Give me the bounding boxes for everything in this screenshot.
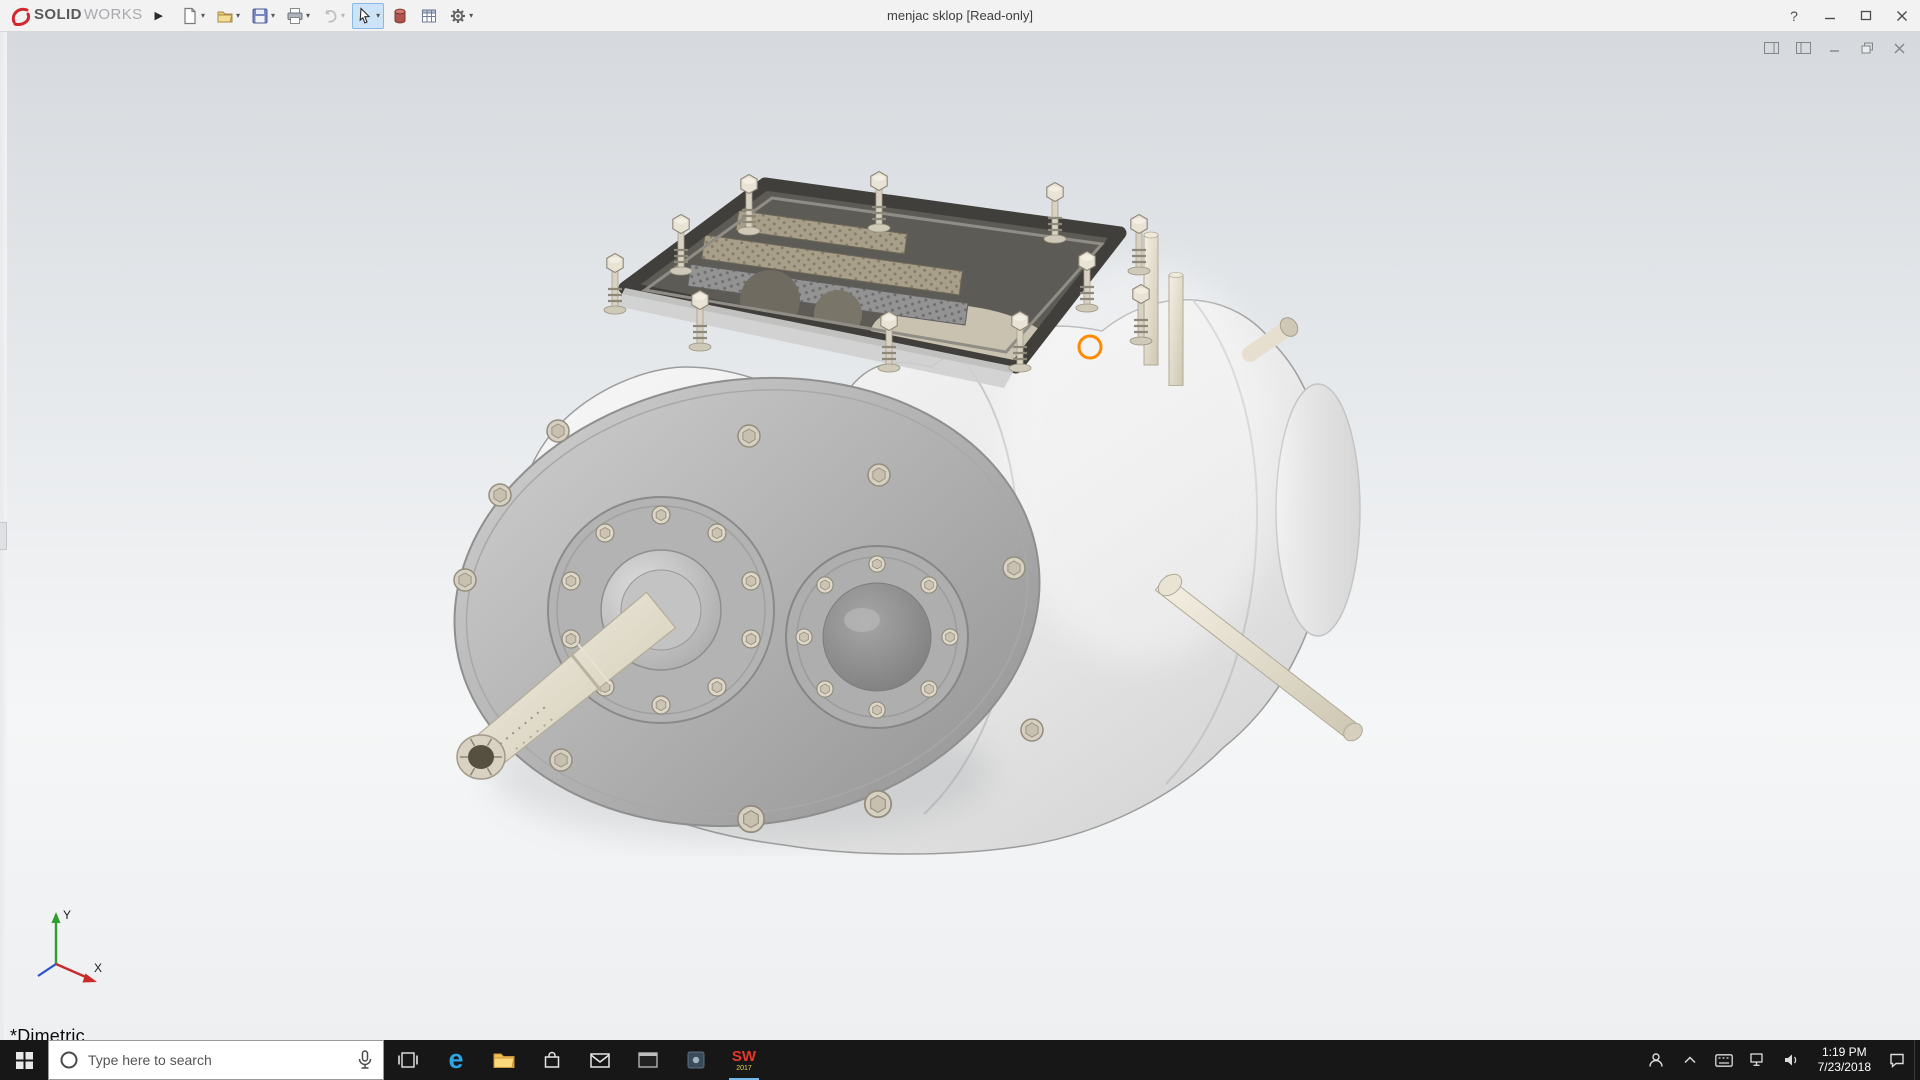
open-icon [217, 11, 233, 22]
taskbar-search[interactable] [48, 1040, 384, 1080]
volume-icon [1784, 1054, 1796, 1066]
minimize-button[interactable] [1812, 0, 1848, 31]
triad-y-label: Y [63, 908, 71, 922]
windows-logo-icon [15, 1051, 33, 1069]
task-view-icon [398, 1052, 418, 1068]
task-view-button[interactable] [384, 1040, 432, 1080]
taskbar-solidworks[interactable]: SW 2017 [720, 1040, 768, 1080]
start-button[interactable] [0, 1040, 48, 1080]
design-table-icon [422, 9, 437, 22]
document-title: menjac sklop [Read-only] [887, 8, 1033, 23]
doc-close-icon [1894, 43, 1904, 53]
select-cursor-icon [359, 6, 371, 24]
taskbar-app-dark[interactable] [672, 1040, 720, 1080]
terminal-icon [638, 1052, 658, 1068]
document-window-controls [1762, 40, 1908, 56]
chevron-up-icon [1684, 1056, 1696, 1064]
search-input[interactable] [88, 1052, 348, 1068]
keyboard-icon [1714, 1053, 1733, 1067]
solidworks-logo-icon [11, 7, 31, 26]
solidworks-window: SOLID WORKS ▶ ▾ ▾ ▾ ▾ ▾ ▾ ▾ menjac sklop… [0, 0, 1920, 1080]
titlebar: SOLID WORKS ▶ ▾ ▾ ▾ ▾ ▾ ▾ ▾ menjac sklop… [0, 0, 1920, 32]
reference-triad: Y X [37, 908, 102, 983]
maximize-button[interactable] [1848, 0, 1884, 31]
windows-taskbar: e [0, 1040, 1920, 1080]
print-icon [287, 7, 303, 24]
solidworks-2017-icon: SW 2017 [731, 1047, 757, 1072]
show-desktop-button[interactable] [1914, 1040, 1920, 1080]
open-button[interactable]: ▾ [212, 3, 244, 29]
options-gear-icon [451, 8, 466, 23]
clock-date: 7/23/2018 [1817, 1060, 1871, 1074]
graphics-area[interactable]: Y X *Dimetric [0, 32, 1920, 1040]
new-document-icon [184, 7, 196, 24]
close-icon [1897, 10, 1907, 21]
people-button[interactable] [1639, 1040, 1673, 1080]
save-icon [252, 8, 268, 23]
minimize-icon [1825, 17, 1835, 19]
undo-icon [325, 9, 337, 23]
action-center-button[interactable] [1880, 1040, 1914, 1080]
cortana-icon [60, 1051, 78, 1069]
appearance-button[interactable] [387, 3, 413, 29]
taskbar-clock[interactable]: 1:19 PM 7/23/2018 [1809, 1040, 1880, 1080]
system-tray: 1:19 PM 7/23/2018 [1639, 1040, 1920, 1080]
store-icon [544, 1051, 560, 1068]
print-button[interactable]: ▾ [282, 3, 314, 29]
brand-works: WORKS [83, 5, 143, 23]
doc-close-button[interactable] [1890, 40, 1908, 56]
dark-app-icon [687, 1051, 705, 1069]
doc-restore-button[interactable] [1858, 40, 1876, 56]
doc-restore-icon [1861, 42, 1873, 54]
file-explorer-icon [493, 1053, 515, 1068]
panel-splitter-handle[interactable] [0, 522, 7, 550]
taskbar-file-explorer[interactable] [480, 1040, 528, 1080]
options-button[interactable]: ▾ [445, 3, 477, 29]
undo-button[interactable]: ▾ [317, 3, 349, 29]
taskbar-mail[interactable] [576, 1040, 624, 1080]
view-orientation-label: *Dimetric [10, 1026, 85, 1040]
select-tool-button[interactable]: ▾ [352, 2, 385, 29]
microphone-icon[interactable] [357, 1050, 373, 1070]
mail-icon [590, 1052, 610, 1068]
network-icon [1749, 1053, 1763, 1066]
help-button[interactable]: ? [1776, 0, 1812, 31]
quick-access-toolbar: ▾ ▾ ▾ ▾ ▾ ▾ ▾ [177, 2, 477, 29]
pane-right-button[interactable] [1794, 40, 1812, 56]
taskbar-edge[interactable]: e [432, 1040, 480, 1080]
design-table-button[interactable] [416, 3, 442, 29]
gearbox-model[interactable] [0, 32, 1920, 1040]
network-button[interactable] [1741, 1040, 1775, 1080]
action-center-icon [1890, 1053, 1904, 1068]
touch-keyboard-button[interactable] [1707, 1040, 1741, 1080]
edge-icon: e [448, 1043, 464, 1074]
brand-solid: SOLID [34, 5, 82, 23]
save-button[interactable]: ▾ [247, 3, 279, 29]
clock-time: 1:19 PM [1821, 1045, 1867, 1059]
tray-expand-button[interactable] [1673, 1040, 1707, 1080]
pane-left-button[interactable] [1762, 40, 1780, 56]
taskbar-terminal-app[interactable] [624, 1040, 672, 1080]
close-button[interactable] [1884, 0, 1920, 31]
doc-minimize-button[interactable] [1826, 40, 1844, 56]
bearing-cover [785, 545, 969, 729]
appearance-icon [394, 8, 406, 23]
doc-minimize-icon [1830, 50, 1839, 52]
triad-x-label: X [94, 961, 102, 975]
maximize-icon [1860, 10, 1872, 20]
volume-button[interactable] [1775, 1040, 1809, 1080]
solidworks-logo: SOLID WORKS [0, 6, 149, 26]
people-icon [1648, 1053, 1663, 1067]
taskbar-store[interactable] [528, 1040, 576, 1080]
menu-expand-arrow-icon[interactable]: ▶ [155, 9, 163, 22]
window-controls: ? [1776, 0, 1920, 31]
new-document-button[interactable]: ▾ [177, 3, 209, 29]
